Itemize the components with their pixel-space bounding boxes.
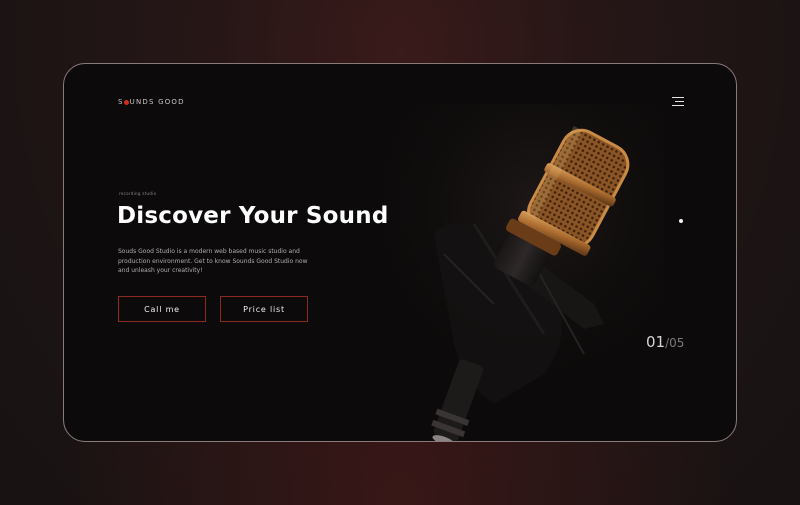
hamburger-menu-icon[interactable]	[670, 96, 684, 108]
price-list-button[interactable]: Price list	[220, 296, 308, 322]
slide-current: 01	[646, 333, 666, 351]
hero-kicker: recording studio	[119, 191, 157, 196]
slide-indicator-dot[interactable]	[679, 219, 683, 223]
slide-total: /05	[665, 336, 685, 350]
landing-page-card: S UNDS GOOD recording studio Discover Yo…	[63, 63, 737, 442]
call-me-button[interactable]: Call me	[118, 296, 206, 322]
red-dot-icon	[124, 99, 130, 105]
hero-title: Discover Your Sound	[117, 203, 389, 229]
logo-text: UNDS GOOD	[129, 98, 185, 106]
hero-description: Souds Good Studio is a modern web based …	[118, 248, 308, 274]
microphone-image	[344, 104, 664, 441]
slide-counter: 01/05	[646, 333, 684, 351]
logo-letter: S	[118, 98, 124, 106]
brand-logo[interactable]: S UNDS GOOD	[118, 98, 185, 106]
